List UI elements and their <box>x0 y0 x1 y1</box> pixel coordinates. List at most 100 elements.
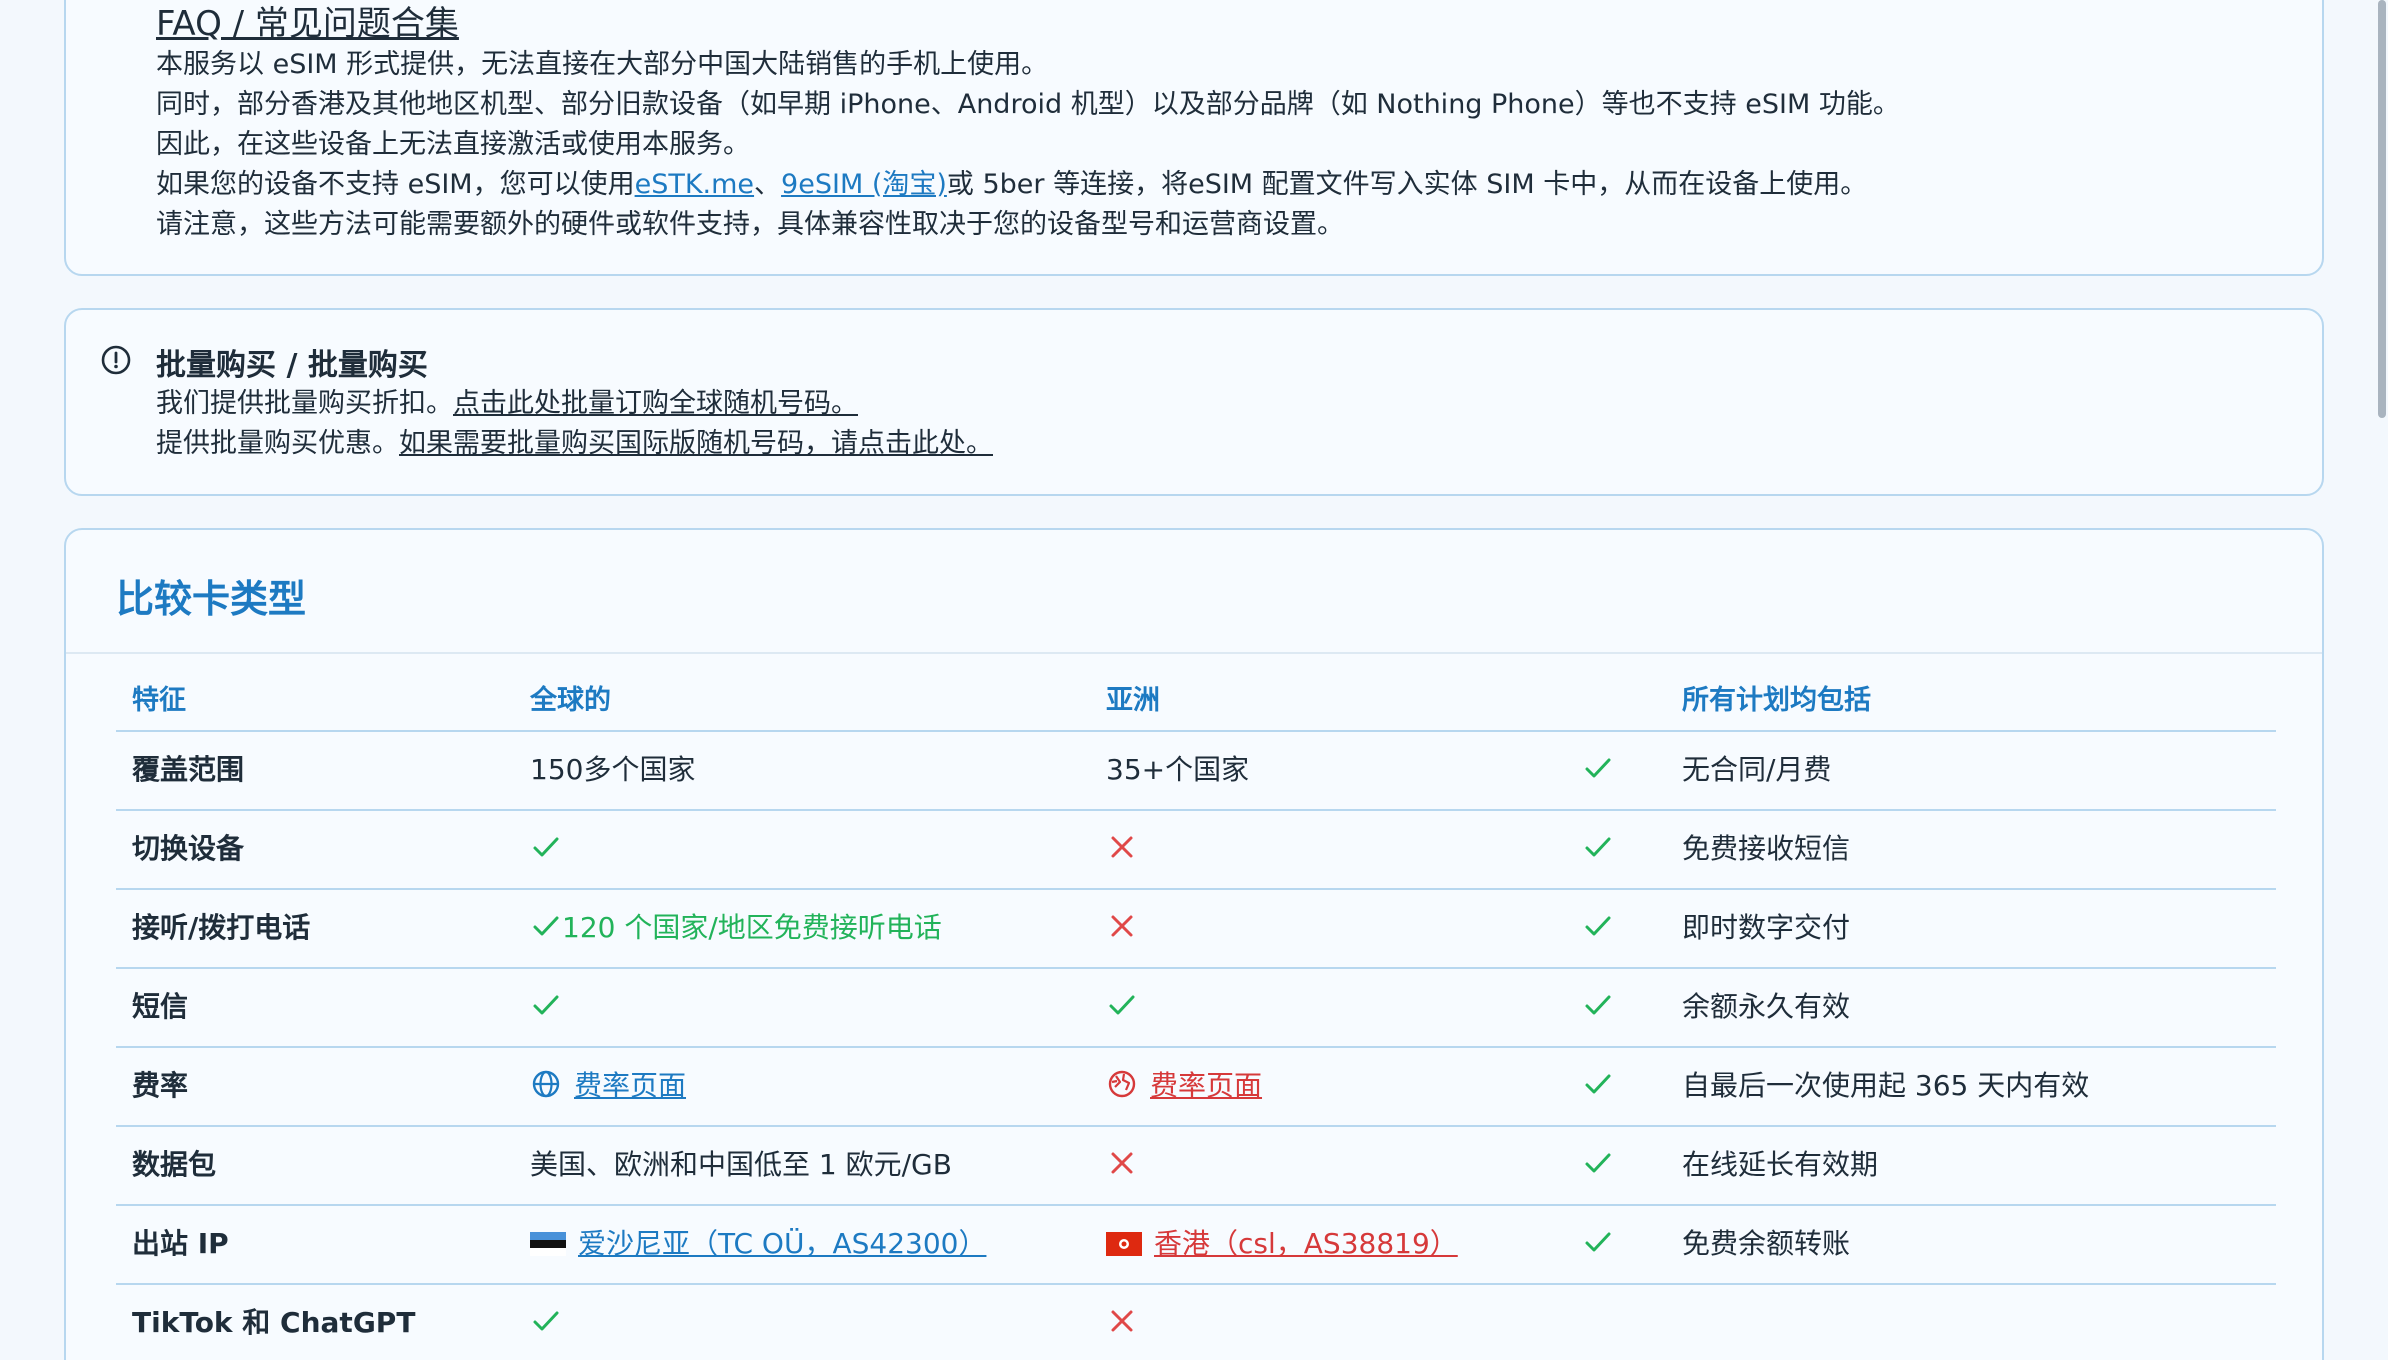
included-item: 免费接收短信 <box>1682 832 1851 865</box>
included-item: 即时数字交付 <box>1682 911 1851 944</box>
asia-rates-link[interactable]: 费率页面 <box>1150 1064 1262 1104</box>
header-asia: 亚洲 <box>1106 685 1160 716</box>
scrollbar-thumb[interactable] <box>2378 0 2386 418</box>
faq-line-4-suffix: 或 5ber 等连接，将eSIM 配置文件写入实体 SIM 卡中，从而在设备上使… <box>946 169 1868 200</box>
row-separator <box>116 730 1600 732</box>
header-included: 所有计划均包括 <box>1682 685 1871 716</box>
global-text: 120 个国家/地区免费接听电话 <box>562 911 942 944</box>
faq-line-2: 同时，部分香港及其他地区机型、部分旧款设备（如早期 iPhone、Android… <box>156 89 1900 120</box>
row-separator <box>116 1046 1600 1048</box>
cross-icon <box>1106 910 1138 942</box>
row-separator <box>116 809 1600 811</box>
asia-globe-icon <box>1106 1068 1138 1100</box>
bulk-title: 批量购买 / 批量购买 <box>156 348 428 383</box>
asia-cell: 香港（csl，AS38819） <box>1106 1222 1458 1262</box>
asia-ip-link[interactable]: 香港（csl，AS38819） <box>1154 1222 1458 1262</box>
included-separator <box>1566 1283 2276 1285</box>
check-icon <box>530 831 562 863</box>
included-separator <box>1566 730 2276 732</box>
global-cell: 120 个国家/地区免费接听电话 <box>530 906 942 946</box>
bulk-global-order-link[interactable]: 点击此处批量订购全球随机号码。 <box>453 388 858 419</box>
estonia-flag-icon <box>530 1230 566 1256</box>
cross-icon <box>1106 1147 1138 1179</box>
bulk-line-2: 提供批量购买优惠。如果需要批量购买国际版随机号码，请点击此处。 <box>156 424 993 464</box>
compare-card: 比较卡类型 特征 全球的 亚洲 所有计划均包括 覆盖范围 150多个国家 35+个国… <box>64 528 2324 1360</box>
included-separator <box>1566 1046 2276 1048</box>
feature-label: 切换设备 <box>132 832 245 865</box>
bulk-line-2-prefix: 提供批量购买优惠。 <box>156 428 399 459</box>
included-item: 余额永久有效 <box>1682 990 1851 1023</box>
asia-cell <box>1106 1301 1138 1341</box>
global-cell: 费率页面 <box>530 1064 686 1104</box>
row-separator <box>116 967 1600 969</box>
estk-link[interactable]: eSTK.me <box>635 169 754 200</box>
check-icon <box>1582 1068 1614 1100</box>
faq-line-4: 如果您的设备不支持 eSIM，您可以使用eSTK.me、9eSIM (淘宝)或 … <box>156 165 1867 205</box>
included-check-cell <box>1582 906 1614 946</box>
global-cell: 美国、欧洲和中国低至 1 欧元/GB <box>530 1143 952 1183</box>
global-rates-link[interactable]: 费率页面 <box>574 1064 686 1104</box>
included-separator <box>1566 1125 2276 1127</box>
asia-cell <box>1106 985 1138 1025</box>
bulk-line-1-prefix: 我们提供批量购买折扣。 <box>156 388 453 419</box>
check-icon <box>1582 831 1614 863</box>
cross-icon <box>1106 831 1138 863</box>
check-icon <box>530 1305 562 1337</box>
included-item: 无合同/月费 <box>1682 753 1832 786</box>
row-separator <box>116 1283 1600 1285</box>
globe-icon <box>530 1068 562 1100</box>
scrollbar[interactable] <box>2374 0 2388 1360</box>
included-check-cell <box>1582 748 1614 788</box>
check-icon <box>1106 989 1138 1021</box>
row-separator <box>116 1125 1600 1127</box>
cross-icon <box>1106 1305 1138 1337</box>
included-separator <box>1566 809 2276 811</box>
faq-line-3: 因此，在这些设备上无法直接激活或使用本服务。 <box>156 129 750 160</box>
included-separator <box>1566 888 2276 890</box>
header-global: 全球的 <box>530 685 611 716</box>
check-icon <box>530 910 562 942</box>
global-text: 美国、欧洲和中国低至 1 欧元/GB <box>530 1148 952 1181</box>
asia-cell: 35+个国家 <box>1106 748 1249 788</box>
global-cell <box>530 985 562 1025</box>
row-separator <box>116 1204 1600 1206</box>
asia-text: 35+个国家 <box>1106 753 1250 786</box>
faq-line-1: 本服务以 eSIM 形式提供，无法直接在大部分中国大陆销售的手机上使用。 <box>156 49 1049 80</box>
included-check-cell <box>1582 985 1614 1025</box>
row-separator <box>116 888 1600 890</box>
check-icon <box>1582 752 1614 784</box>
global-cell: 150多个国家 <box>530 748 695 788</box>
faq-title-link[interactable]: FAQ / 常见问题合集 <box>156 0 459 45</box>
bulk-line-1: 我们提供批量购买折扣。点击此处批量订购全球随机号码。 <box>156 384 858 424</box>
check-icon <box>1582 1147 1614 1179</box>
included-check-cell <box>1582 1143 1614 1183</box>
bulk-international-order-link[interactable]: 如果需要批量购买国际版随机号码，请点击此处。 <box>399 428 993 459</box>
check-icon <box>1582 910 1614 942</box>
feature-label: 接听/拨打电话 <box>132 911 311 944</box>
feature-label: 数据包 <box>132 1148 217 1181</box>
feature-label: TikTok 和 ChatGPT <box>132 1306 416 1339</box>
global-cell <box>530 1301 562 1341</box>
included-item: 免费余额转账 <box>1682 1227 1851 1260</box>
global-ip-link[interactable]: 爱沙尼亚（TC OÜ，AS42300） <box>578 1222 986 1262</box>
9esim-taobao-link[interactable]: 9eSIM (淘宝) <box>781 169 947 200</box>
check-icon <box>530 989 562 1021</box>
global-cell: 爱沙尼亚（TC OÜ，AS42300） <box>530 1222 986 1262</box>
header-feature: 特征 <box>132 685 186 716</box>
included-check-cell <box>1582 1222 1614 1262</box>
bulk-purchase-card: 批量购买 / 批量购买 我们提供批量购买折扣。点击此处批量订购全球随机号码。 提… <box>64 308 2324 496</box>
included-check-cell <box>1582 1064 1614 1104</box>
asia-cell <box>1106 827 1138 867</box>
feature-label: 出站 IP <box>132 1227 229 1260</box>
global-cell <box>530 827 562 867</box>
faq-line-4-prefix: 如果您的设备不支持 eSIM，您可以使用 <box>156 169 635 200</box>
included-item: 在线延长有效期 <box>1682 1148 1879 1181</box>
included-check-cell <box>1582 827 1614 867</box>
included-separator <box>1566 1204 2276 1206</box>
compare-title: 比较卡类型 <box>116 577 307 621</box>
compare-divider <box>66 652 2322 654</box>
included-item: 自最后一次使用起 365 天内有效 <box>1682 1069 2090 1102</box>
asia-cell <box>1106 906 1138 946</box>
hong-kong-flag-icon <box>1106 1230 1142 1256</box>
asia-cell <box>1106 1143 1138 1183</box>
